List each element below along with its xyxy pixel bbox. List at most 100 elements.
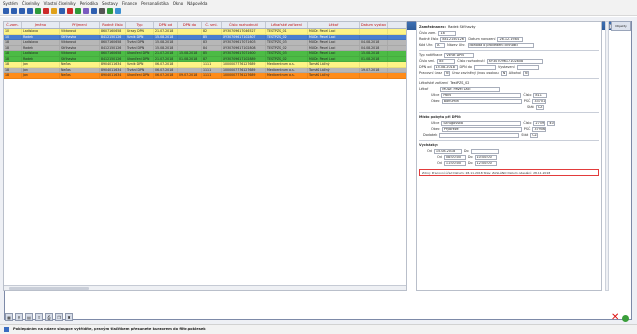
print-icon[interactable]: ⎙ (45, 313, 53, 321)
street-field[interactable]: Polní (441, 92, 522, 98)
column-header[interactable]: Datum vystav (360, 22, 388, 28)
time2-from-field[interactable]: 11:00:00 (443, 160, 466, 166)
column-header[interactable]: Lékař (308, 22, 360, 28)
addendum-label: Dodatek (423, 133, 438, 137)
table-cell: 1111 (202, 62, 222, 67)
time1-from-field[interactable]: 08:00:00 (443, 154, 466, 160)
zip2-field[interactable]: 37906 (532, 126, 547, 132)
table-icon[interactable]: ▦ (5, 313, 13, 321)
column-header[interactable]: Č.zam. (4, 22, 22, 28)
side-tab[interactable]: Objekty (611, 21, 631, 31)
print-icon[interactable] (99, 8, 105, 14)
notification-type-field[interactable]: Vznik DPN (444, 52, 475, 58)
walk-from-field[interactable]: 15.08.2018 (433, 148, 462, 154)
help-icon[interactable] (115, 8, 121, 14)
pay-code-field[interactable]: A (435, 42, 446, 48)
prev-icon[interactable] (11, 8, 17, 14)
number-field[interactable]: 811 (533, 92, 548, 98)
menu-item-3[interactable]: Periodika (80, 1, 98, 6)
employee-label: Zaměstnanec: (419, 25, 446, 29)
panel-scrollbar[interactable] (605, 21, 609, 291)
menu-item-5[interactable]: Finance (122, 1, 137, 6)
close-x-icon[interactable]: ✕ (611, 313, 619, 323)
table-cell: 8412150126 (100, 56, 126, 61)
next-icon[interactable] (19, 8, 25, 14)
filter-icon[interactable]: ⚲ (15, 313, 23, 321)
country2-field[interactable]: CZ (530, 132, 539, 138)
menu-item-2[interactable]: Vlastní číselníky (44, 1, 76, 6)
detail-panel: Zaměstnanec: Radek Střihavky Číslo zam. 18… (416, 21, 602, 291)
number2b-field[interactable]: 40 (547, 120, 556, 126)
doctor-field[interactable]: MUDr. Pavel Laci (440, 86, 501, 92)
grid-body: 10 Ladislava Viktorová 8607160658 Úrazy DPN 2… (4, 29, 406, 79)
last-icon[interactable] (27, 8, 33, 14)
export-icon[interactable] (107, 8, 113, 14)
table-cell: 82 (202, 29, 222, 34)
column-header[interactable]: DPN do (178, 22, 202, 28)
horizontal-scrollbar[interactable] (4, 285, 406, 290)
emp-no-field[interactable]: 18 (438, 30, 457, 36)
filter-icon[interactable] (83, 8, 89, 14)
copy-icon[interactable]: ❐ (55, 313, 63, 321)
table-cell: Jan (22, 73, 60, 78)
delete-icon[interactable] (43, 8, 49, 14)
scroll-thumb[interactable] (9, 287, 89, 290)
add-icon[interactable] (35, 8, 41, 14)
search-icon[interactable] (91, 8, 97, 14)
addendum-field[interactable] (439, 132, 520, 138)
table-row[interactable]: 18 Jan Nečas 8904011634 Ukončení DPN 06.07.20… (4, 73, 406, 79)
street2-field[interactable]: Skrugovská (441, 120, 522, 126)
table-cell: XY30709617102807 (222, 34, 266, 39)
table-cell: Úrazy DPN (126, 29, 154, 34)
column-header[interactable]: Rodné číslo (100, 22, 126, 28)
pay-name-field[interactable]: dohoda o provedení činnosti (467, 42, 534, 48)
binoculars-icon[interactable]: ♜ (65, 313, 73, 321)
save-icon[interactable] (59, 8, 65, 14)
contract-no-field[interactable]: 85 (437, 58, 456, 64)
walk-to-field[interactable] (470, 148, 499, 154)
edit-icon[interactable] (51, 8, 57, 14)
column-header[interactable]: Č. sml. (202, 22, 222, 28)
table-cell: TESTPZS_02 (266, 56, 308, 61)
refresh-icon[interactable] (75, 8, 81, 14)
first-icon[interactable] (3, 8, 9, 14)
alcohol-field[interactable]: N (523, 70, 530, 76)
column-header[interactable]: Jméno (22, 22, 60, 28)
chart-icon[interactable]: ▤ (25, 313, 33, 321)
menu-item-4[interactable]: Sestavy (102, 1, 118, 6)
menu-item-1[interactable]: Číselníky (22, 1, 40, 6)
column-header[interactable]: Příjmení (60, 22, 100, 28)
time1-from-label: Od (437, 155, 442, 159)
dpn-from-field[interactable]: 15.08.2018 (433, 64, 458, 70)
column-header[interactable]: Typ (126, 22, 154, 28)
dpn-to-field[interactable] (474, 64, 496, 70)
decision-no-field[interactable]: XY30709617102808 (486, 58, 543, 64)
menu-item-8[interactable]: Nápověda (187, 1, 207, 6)
column-header[interactable]: Lékařské zařízení (266, 22, 308, 28)
cancel-icon[interactable] (67, 8, 73, 14)
column-header[interactable]: DPN od (154, 22, 178, 28)
issued-field[interactable] (516, 64, 539, 70)
menu-item-0[interactable]: Systém (3, 1, 18, 6)
injury-other-field[interactable]: N (500, 70, 507, 76)
number2-field[interactable]: 2759 (533, 120, 546, 126)
country-field[interactable]: CZ (535, 104, 544, 110)
work-injury-field[interactable]: N (443, 70, 450, 76)
birth-date-field[interactable]: 26.12.1984 (497, 36, 524, 42)
export-icon[interactable]: ⇪ (35, 313, 43, 321)
menu-item-6[interactable]: Personalistika (141, 1, 169, 6)
city2-field[interactable]: Prybřeze (441, 126, 522, 132)
birth-no-field[interactable]: 8412150126 (440, 36, 467, 42)
column-header[interactable]: Číslo rozhodnutí (222, 22, 266, 28)
menu-item-7[interactable]: Okno (173, 1, 183, 6)
zip-field[interactable]: 33701 (532, 98, 547, 104)
city-field[interactable]: Bohumín (441, 98, 522, 104)
table-cell: 21.07.2018 (154, 56, 178, 61)
table-cell: Ukončení DPN (126, 51, 154, 56)
time1-to-field[interactable]: 10:00:00 (474, 154, 497, 160)
dpn-grid[interactable]: Č.zam. Jméno Příjmení Rodné číslo Typ DPN od D… (3, 21, 407, 291)
table-cell: MUDr. Pavel Laci (308, 45, 360, 50)
time2-to-field[interactable]: 12:00:00 (474, 160, 497, 166)
refresh-icon[interactable] (622, 315, 629, 322)
table-cell: Viktorová (60, 40, 100, 45)
